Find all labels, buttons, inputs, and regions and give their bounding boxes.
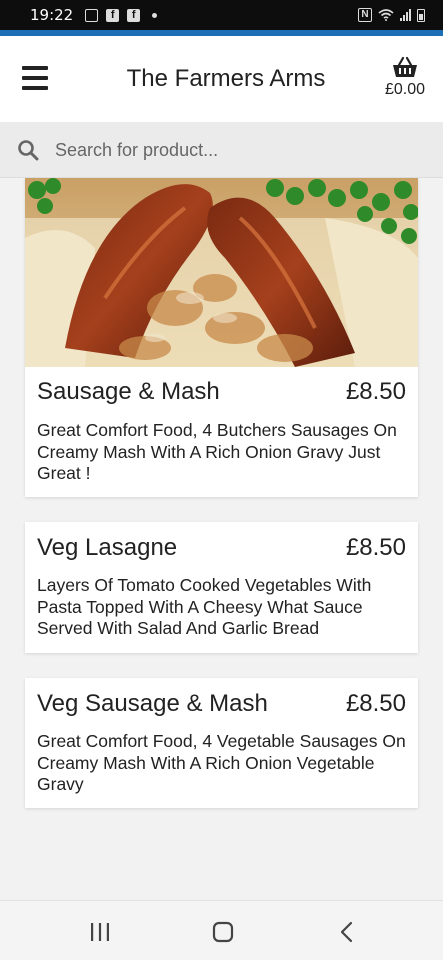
product-card-sausage-mash[interactable]: Sausage & Mash £8.50 Great Comfort Food,… (25, 178, 418, 497)
status-right: N (358, 8, 425, 22)
basket-icon (393, 56, 417, 77)
page-title: The Farmers Arms (126, 65, 326, 92)
product-name: Sausage & Mash (37, 378, 220, 405)
gallery-icon (85, 8, 99, 22)
facebook-icon: f (106, 8, 120, 22)
product-price: £8.50 (345, 534, 406, 561)
product-description: Layers Of Tomato Cooked Vegetables With … (37, 575, 372, 638)
product-name: Veg Sausage & Mash (37, 690, 268, 717)
back-icon (340, 921, 353, 943)
card-header: Sausage & Mash £8.50 (25, 378, 418, 408)
status-left: 19:22 f f (30, 6, 158, 24)
search-input[interactable] (55, 134, 425, 166)
card-header: Veg Lasagne £8.50 (25, 534, 418, 564)
home-icon (212, 921, 234, 943)
back-button[interactable] (327, 919, 367, 945)
status-bar: 19:22 f f N (0, 0, 443, 30)
product-price: £8.50 (345, 378, 406, 405)
card-header: Veg Sausage & Mash £8.50 (25, 690, 418, 720)
home-button[interactable] (203, 919, 243, 945)
basket-total: £0.00 (384, 81, 426, 98)
facebook-icon: f (127, 8, 141, 22)
product-image (25, 178, 418, 367)
product-list: Sausage & Mash £8.50 Great Comfort Food,… (0, 178, 443, 900)
battery-icon (417, 8, 425, 22)
signal-icon (400, 9, 411, 21)
product-description: Great Comfort Food, 4 Butchers Sausages … (37, 420, 397, 483)
app-header: The Farmers Arms £0.00 (0, 36, 443, 122)
status-time: 19:22 (30, 6, 74, 24)
product-price: £8.50 (345, 690, 406, 717)
product-name: Veg Lasagne (37, 534, 178, 561)
recent-apps-icon (91, 923, 109, 941)
product-card-veg-lasagne[interactable]: Veg Lasagne £8.50 Layers Of Tomato Cooke… (25, 522, 418, 653)
search-icon (18, 140, 39, 161)
system-nav-bar (0, 900, 443, 960)
wifi-icon (378, 9, 394, 21)
recent-apps-button[interactable] (80, 919, 120, 945)
product-card-veg-sausage-mash[interactable]: Veg Sausage & Mash £8.50 Great Comfort F… (25, 678, 418, 808)
basket-button[interactable]: £0.00 (383, 56, 427, 99)
product-description: Great Comfort Food, 4 Vegetable Sausages… (37, 731, 406, 794)
nfc-icon: N (358, 8, 372, 22)
dot-icon (152, 12, 158, 18)
search-bar (0, 122, 443, 178)
